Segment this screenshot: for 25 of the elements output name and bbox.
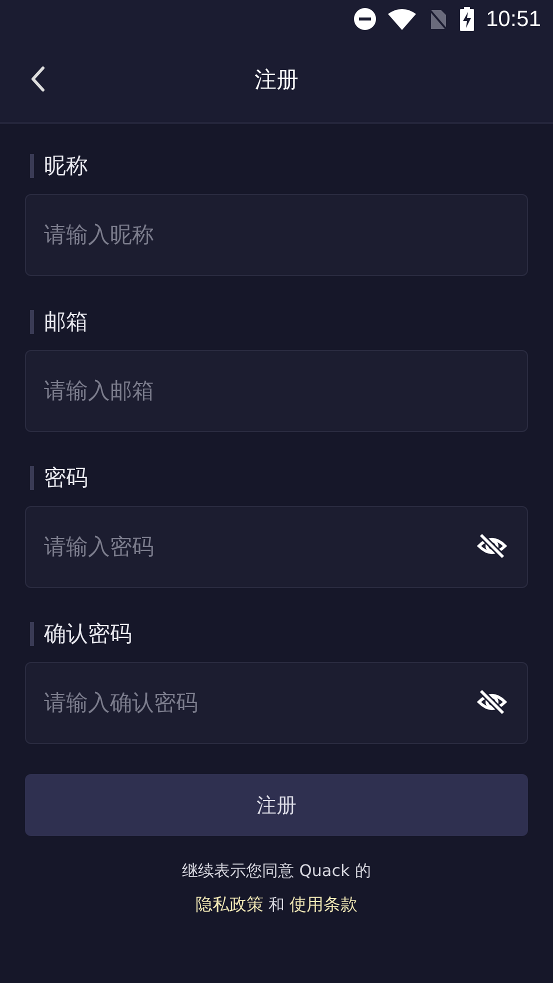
label-accent — [30, 622, 34, 646]
eye-off-icon[interactable] — [476, 533, 508, 559]
back-icon — [30, 66, 46, 92]
field-label: 邮箱 — [44, 309, 88, 337]
input-field[interactable]: 请输入密码 — [25, 506, 528, 588]
label-accent — [30, 466, 34, 490]
eye-off-icon[interactable] — [476, 689, 508, 715]
input-field[interactable]: 请输入昵称 — [25, 194, 528, 276]
field-label: 昵称 — [44, 153, 88, 181]
do-not-disturb-icon — [354, 8, 376, 30]
battery-charging-icon — [460, 7, 474, 31]
terms-of-use-link[interactable]: 使用条款 — [290, 895, 358, 915]
input-field[interactable]: 请输入确认密码 — [25, 662, 528, 744]
privacy-policy-link[interactable]: 隐私政策 — [195, 895, 264, 915]
terms-notice: 继续表示您同意 Quack 的 隐私政策 和 使用条款 — [181, 860, 372, 917]
clock-time: 10:51 — [486, 6, 541, 32]
field-label: 确认密码 — [44, 621, 132, 649]
input-field[interactable]: 请输入邮箱 — [25, 350, 528, 432]
back-button[interactable] — [30, 66, 46, 92]
page-title: 注册 — [254, 67, 298, 95]
label-accent — [30, 310, 34, 334]
register-button[interactable]: 注册 — [25, 774, 528, 836]
wifi-icon — [388, 8, 416, 30]
field-label: 密码 — [44, 465, 88, 493]
label-accent — [30, 154, 34, 178]
